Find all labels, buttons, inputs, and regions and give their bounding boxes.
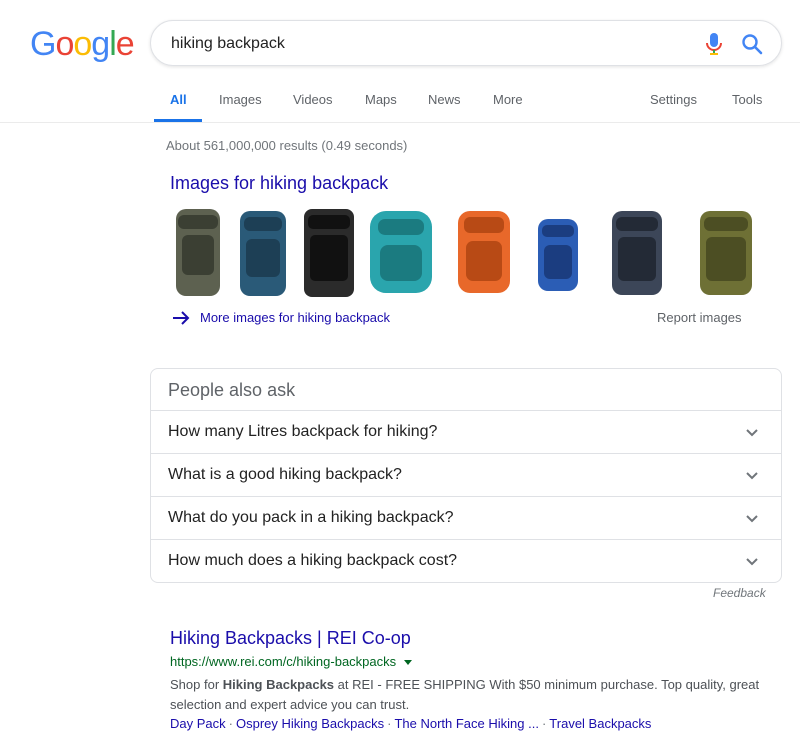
backpack-thumbnail[interactable] [232,205,294,300]
paa-question-text: What do you pack in a hiking backpack? [168,509,454,526]
search-icon[interactable] [741,33,763,55]
sitelink-separator: · [541,716,547,731]
paa-question[interactable]: How much does a hiking backpack cost? [151,539,781,582]
paa-question[interactable]: What is a good hiking backpack? [151,453,781,496]
sitelink[interactable]: Travel Backpacks [549,716,651,731]
search-box [150,20,782,66]
logo-letter: o [55,25,74,63]
tab-all[interactable]: All [170,92,187,107]
tab-settings[interactable]: Settings [650,92,697,107]
microphone-icon[interactable] [704,32,724,56]
search-tabs: All Images Videos Maps News More Setting… [0,80,800,123]
images-heading-link[interactable]: Images for hiking backpack [170,173,388,194]
paa-question[interactable]: What do you pack in a hiking backpack? [151,496,781,539]
tab-images[interactable]: Images [219,92,262,107]
snippet-highlight: Hiking Backpacks [222,677,335,692]
paa-title: People also ask [168,380,296,400]
backpack-thumbnail[interactable] [530,205,586,300]
backpack-thumbnail[interactable] [604,205,670,300]
chevron-down-icon [746,515,758,523]
sitelink-separator: · [387,716,392,731]
paa-question[interactable]: How many Litres backpack for hiking? [151,410,781,453]
logo-letter: g [91,25,110,63]
sitelink[interactable]: The North Face Hiking ... [394,716,539,731]
sitelink-separator: · [228,716,233,731]
result-url-text: https://www.rei.com/c/hiking-backpacks [170,654,397,669]
more-images-link[interactable]: More images for hiking backpack [172,309,390,325]
backpack-thumbnail[interactable] [362,205,440,300]
paa-question-text: How many Litres backpack for hiking? [168,423,438,440]
search-input[interactable] [171,33,671,55]
tab-more[interactable]: More [493,92,523,107]
sitelink[interactable]: Day Pack [170,716,226,731]
arrow-right-icon [173,310,190,325]
paa-question-text: How much does a hiking backpack cost? [168,552,458,569]
backpack-thumbnail[interactable] [168,205,228,300]
result-stats: About 561,000,000 results (0.49 seconds) [166,138,408,153]
chevron-down-icon [746,429,758,437]
snippet-text: Shop for [170,677,223,692]
more-images-label: More images for hiking backpack [200,310,391,326]
result-sitelinks: Day Pack · Osprey Hiking Backpacks · The Nor… [170,716,651,731]
result-title-link[interactable]: Hiking Backpacks | REI Co-op [170,628,411,649]
chevron-down-icon [746,472,758,480]
paa-question-text: What is a good hiking backpack? [168,466,402,483]
logo-letter: G [30,25,56,63]
google-logo[interactable]: Google [30,25,135,64]
backpack-thumbnail[interactable] [690,205,762,300]
tab-maps[interactable]: Maps [365,92,397,107]
logo-letter: e [115,25,135,63]
image-thumbnails [168,205,768,300]
result-snippet: Shop for Hiking Backpacks at REI - FREE … [170,675,770,715]
tab-videos[interactable]: Videos [293,92,333,107]
result-url: https://www.rei.com/c/hiking-backpacks [170,654,413,669]
url-dropdown-caret-icon[interactable] [404,660,413,666]
feedback-link[interactable]: Feedback [713,586,766,600]
backpack-thumbnail[interactable] [298,205,360,300]
tab-news[interactable]: News [428,92,461,107]
backpack-thumbnail[interactable] [450,205,518,300]
tab-tools[interactable]: Tools [732,92,762,107]
report-images-link[interactable]: Report images [657,310,742,325]
sitelink[interactable]: Osprey Hiking Backpacks [236,716,384,731]
chevron-down-icon [746,558,758,566]
active-tab-indicator [154,119,202,122]
logo-letter: o [73,25,92,63]
people-also-ask: People also ask How many Litres backpack… [150,368,782,583]
